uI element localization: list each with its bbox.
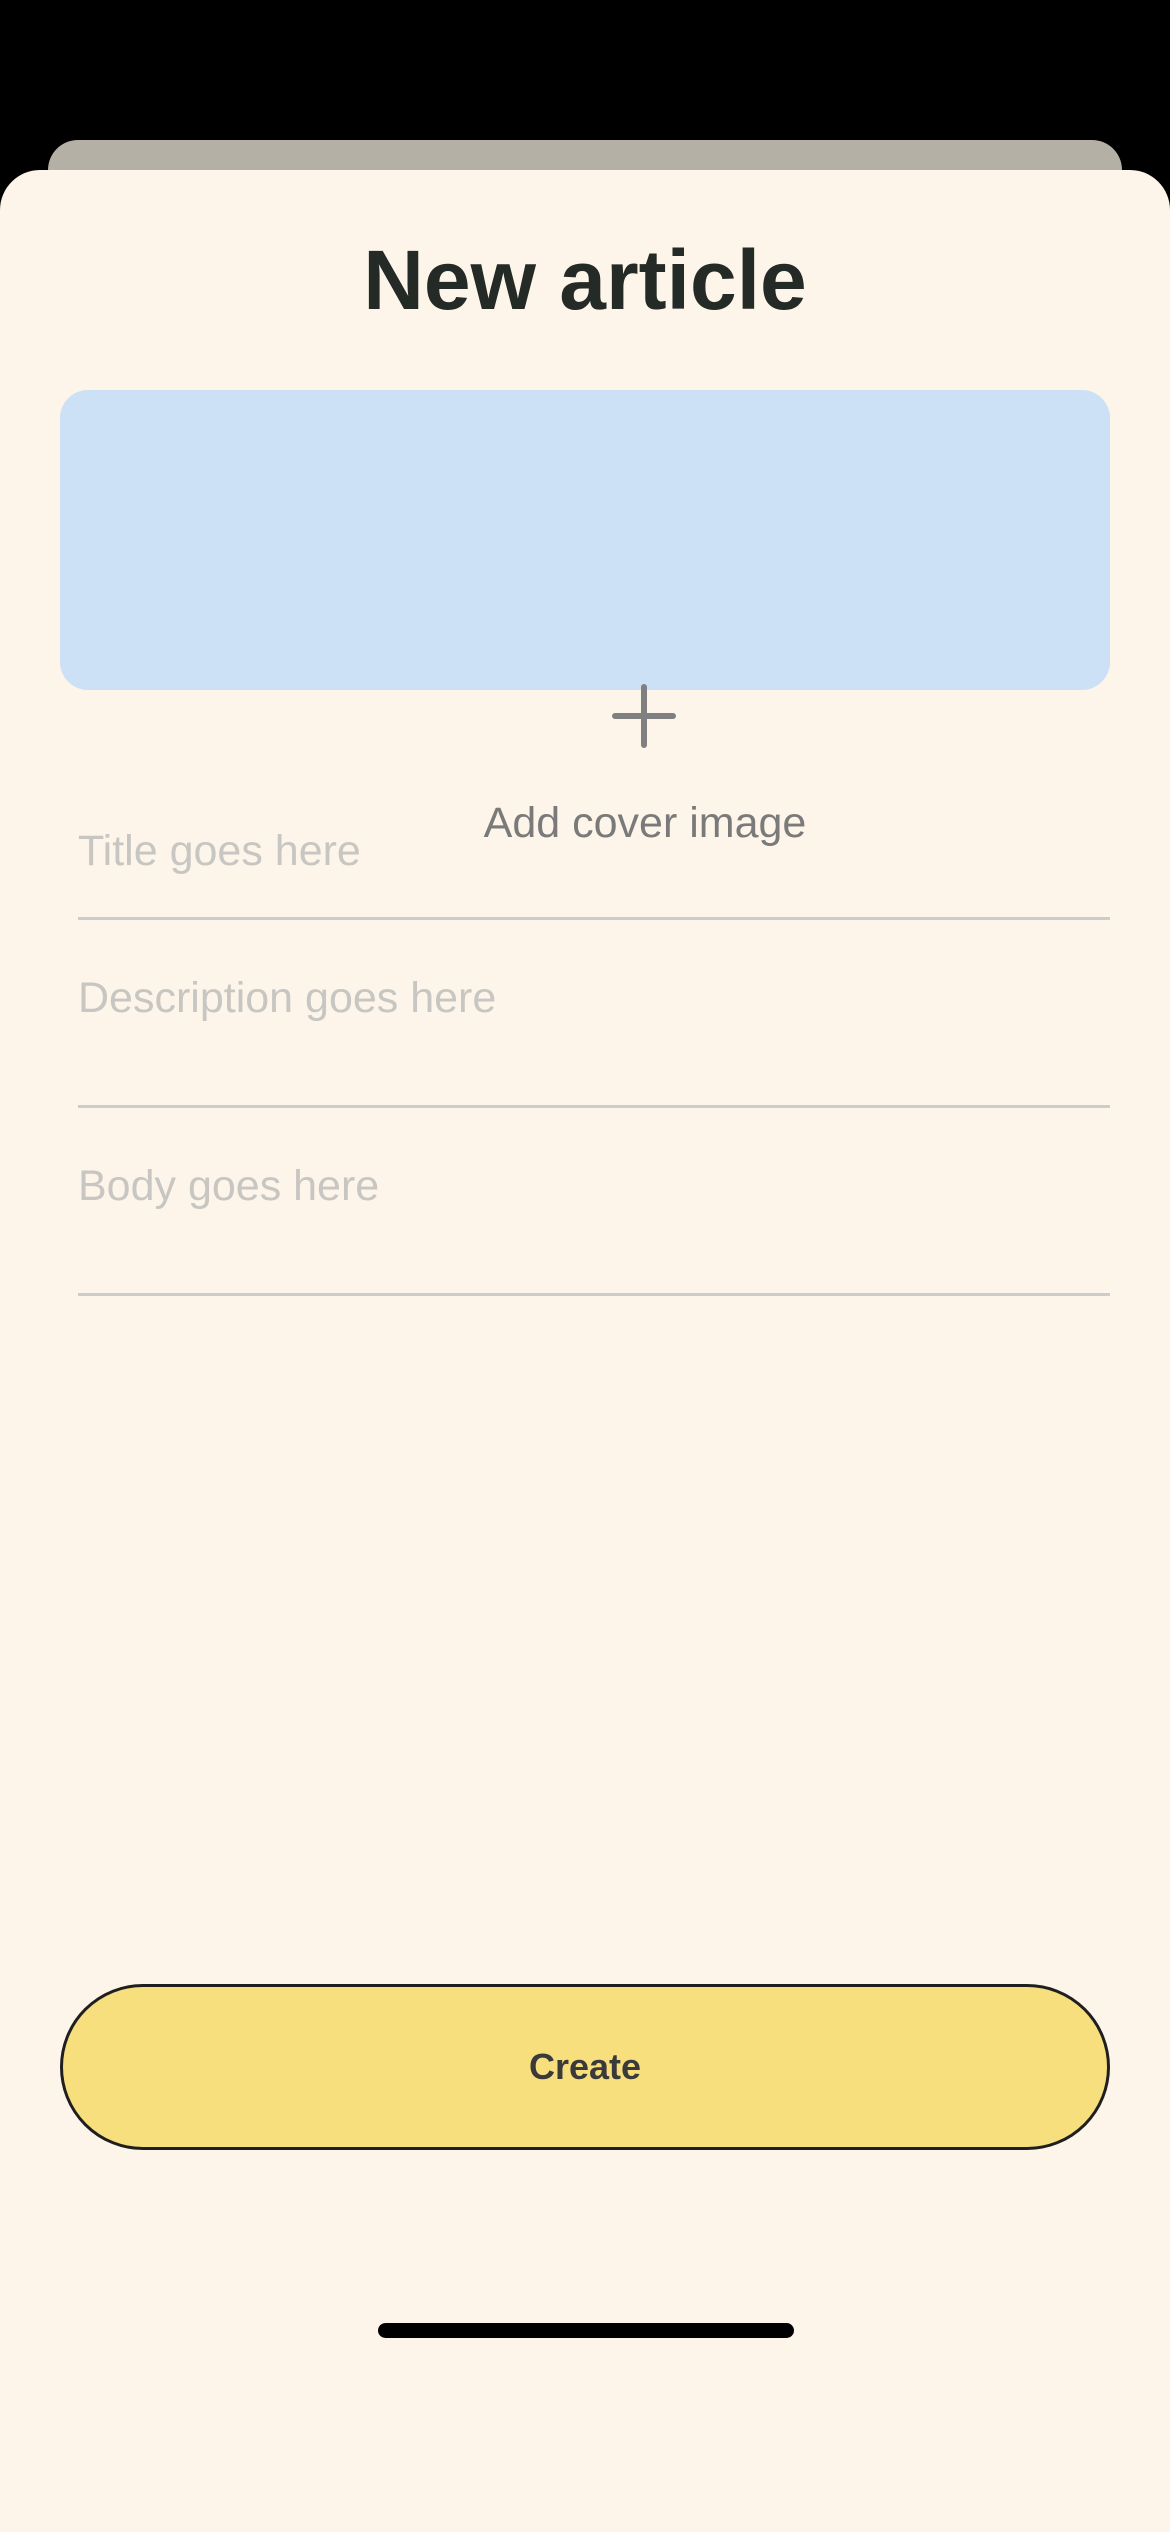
new-article-sheet: New article Add cover image Create bbox=[0, 170, 1170, 2532]
body-input[interactable] bbox=[78, 1158, 1110, 1270]
title-field bbox=[78, 810, 1110, 920]
title-input[interactable] bbox=[78, 823, 1110, 879]
description-input[interactable] bbox=[78, 970, 1110, 1082]
body-field bbox=[78, 1108, 1110, 1296]
plus-icon bbox=[612, 684, 676, 748]
description-field bbox=[78, 920, 1110, 1108]
create-button[interactable]: Create bbox=[60, 1984, 1110, 2150]
home-indicator bbox=[378, 2323, 794, 2338]
page-title: New article bbox=[363, 233, 807, 327]
add-cover-image-button[interactable]: Add cover image bbox=[60, 390, 1110, 847]
app-screen: New article Add cover image Create bbox=[0, 0, 1170, 2532]
